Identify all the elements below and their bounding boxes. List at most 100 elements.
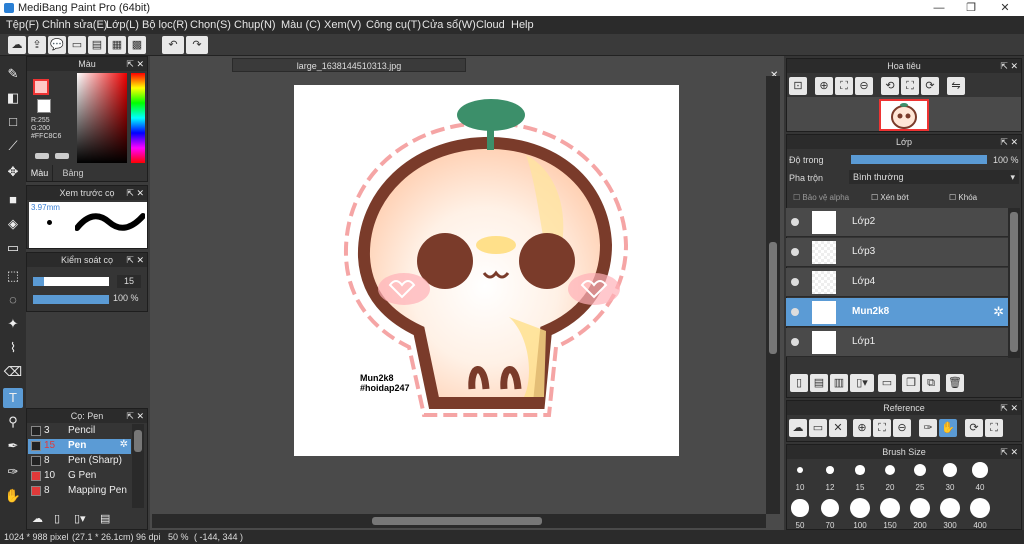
layer-row[interactable]: Lớp2 xyxy=(786,208,1008,237)
upload-icon[interactable]: ⇪ xyxy=(28,36,46,54)
menu-window[interactable]: Cửa sổ(W) xyxy=(422,19,476,31)
eye-icon[interactable] xyxy=(791,278,799,286)
operation-tool-icon[interactable]: ⚲ xyxy=(3,412,23,432)
cloud-icon[interactable]: ☁ xyxy=(789,419,807,437)
layer-opacity-slider[interactable] xyxy=(851,155,987,164)
menu-layer[interactable]: Lớp(L) xyxy=(106,19,139,31)
panel-controls-icon[interactable]: ⇱ ✕ xyxy=(126,253,144,267)
menu-cloud[interactable]: Cloud xyxy=(476,19,505,31)
eye-icon[interactable] xyxy=(791,338,799,346)
magic-wand-icon[interactable]: ✦ xyxy=(3,314,23,334)
blend-mode-select[interactable]: Bình thường ▾ xyxy=(849,170,1019,184)
redo-icon[interactable]: ↷ xyxy=(186,36,208,54)
brush-item[interactable]: 10 G Pen xyxy=(28,469,131,484)
rectangle-tool-icon[interactable]: □ xyxy=(3,112,23,132)
new-halftone-layer-icon[interactable]: ▤ xyxy=(810,374,828,392)
hue-slider[interactable] xyxy=(131,73,145,163)
menu-file[interactable]: Tệp(F) xyxy=(6,19,39,31)
brush-size-dot[interactable] xyxy=(910,498,930,518)
new-8bit-layer-icon[interactable]: ▥ xyxy=(830,374,848,392)
tab-palette[interactable]: Bảng màu xyxy=(53,165,93,194)
minimize-button[interactable]: — xyxy=(924,0,954,16)
brush-size-dot[interactable] xyxy=(855,465,865,475)
select-pen-icon[interactable]: ⌇ xyxy=(3,338,23,358)
tab-color[interactable]: Màu xyxy=(27,165,53,181)
layer-row-selected[interactable]: Mun2k8 ✲ xyxy=(786,298,1008,327)
brush-tool-icon[interactable]: ✎ xyxy=(3,64,23,84)
chat-icon[interactable]: ▭ xyxy=(68,36,86,54)
brush-size-dot[interactable] xyxy=(797,467,803,473)
new-brush-icon[interactable]: ▯ xyxy=(54,512,60,525)
brush-size-dot[interactable] xyxy=(880,498,900,518)
gradient-tool-icon[interactable]: ▭ xyxy=(3,238,23,258)
eyedropper-icon[interactable]: ✑ xyxy=(3,462,23,482)
hand-tool-icon[interactable]: ✋ xyxy=(3,486,23,506)
foreground-color-swatch[interactable] xyxy=(33,79,49,95)
page-icon[interactable]: ▤ xyxy=(88,36,106,54)
layer-menu-icon[interactable]: ▯▾ xyxy=(850,374,874,392)
merge-layer-icon[interactable]: ⧉ xyxy=(922,374,940,392)
fit-window-icon[interactable]: ⛶ xyxy=(985,419,1003,437)
panel-controls-icon[interactable]: ⇱ ✕ xyxy=(126,186,144,200)
pen-list-scrollbar[interactable] xyxy=(132,424,144,508)
zoom-fit-icon[interactable]: ⊡ xyxy=(789,77,807,95)
eye-icon[interactable] xyxy=(791,218,799,226)
settings-gear-icon[interactable]: ✲ xyxy=(993,304,1004,320)
layer-row[interactable]: Lớp1 xyxy=(786,328,1008,357)
brush-size-dot[interactable] xyxy=(791,499,809,517)
brush-opacity-slider[interactable] xyxy=(33,295,109,304)
rotate-right-icon[interactable]: ⟳ xyxy=(921,77,939,95)
flip-icon[interactable]: ⇋ xyxy=(947,77,965,95)
color-swap-button[interactable] xyxy=(55,153,69,159)
delete-layer-icon[interactable]: 🗑 xyxy=(946,374,964,392)
select-rect-icon[interactable]: ⬚ xyxy=(3,266,23,286)
navigator-viewport[interactable] xyxy=(879,99,929,131)
brush-item[interactable]: 3 Pencil xyxy=(28,424,131,439)
panel-controls-icon[interactable]: ⇱ ✕ xyxy=(126,57,144,71)
panel-controls-icon[interactable]: ⇱ ✕ xyxy=(1000,445,1018,459)
brush-size-dot[interactable] xyxy=(826,466,834,474)
rotate-left-icon[interactable]: ⟲ xyxy=(881,77,899,95)
brush-size-dot[interactable] xyxy=(972,462,988,478)
undo-icon[interactable]: ↶ xyxy=(162,36,184,54)
fill-rect-tool-icon[interactable]: ■ xyxy=(3,190,23,210)
move-tool-icon[interactable]: ✥ xyxy=(3,162,23,182)
brush-menu-icon[interactable]: ▯▾ xyxy=(74,512,86,525)
cloud-icon[interactable]: ☁ xyxy=(8,36,26,54)
eyedropper-icon[interactable]: ✑ xyxy=(919,419,937,437)
brush-item[interactable]: 8 Mapping Pen xyxy=(28,484,131,499)
brush-size-dot[interactable] xyxy=(850,498,870,518)
brush-item-selected[interactable]: 15 Pen ✲ xyxy=(28,439,131,454)
bucket-tool-icon[interactable]: ◈ xyxy=(3,214,23,234)
new-layer-icon[interactable]: ▯ xyxy=(790,374,808,392)
menu-edit[interactable]: Chỉnh sửa(E) xyxy=(42,19,107,31)
saturation-value-picker[interactable] xyxy=(77,73,127,163)
layer-row[interactable]: Lớp3 xyxy=(786,238,1008,267)
zoom-in-icon[interactable]: ⊕ xyxy=(815,77,833,95)
close-button[interactable]: ✕ xyxy=(990,0,1020,16)
brush-size-dot[interactable] xyxy=(943,463,957,477)
brush-size-value[interactable]: 15 xyxy=(117,275,141,288)
drawing-canvas[interactable]: Mun2k8 #hoidap247 xyxy=(294,85,679,456)
hand-icon[interactable]: ✋ xyxy=(939,419,957,437)
brush-item[interactable]: 8 Pen (Sharp) xyxy=(28,454,131,469)
menu-tools[interactable]: Công cụ(T) xyxy=(366,19,421,31)
menu-view[interactable]: Xem(V) xyxy=(324,19,361,31)
line-tool-icon[interactable]: ⟋ xyxy=(3,136,23,156)
close-icon[interactable]: ✕ xyxy=(829,419,847,437)
duplicate-layer-icon[interactable]: ❐ xyxy=(902,374,920,392)
zoom-out-icon[interactable]: ⊖ xyxy=(893,419,911,437)
menu-select[interactable]: Chọn(S) xyxy=(190,19,231,31)
fit-icon[interactable]: ⛶ xyxy=(873,419,891,437)
lock-checkbox[interactable]: ☐ Khóa xyxy=(949,193,977,202)
dropper-icon[interactable]: ✒ xyxy=(3,436,23,456)
open-folder-icon[interactable]: ▭ xyxy=(809,419,827,437)
layer-row[interactable]: Lớp4 xyxy=(786,268,1008,297)
navigator-preview[interactable] xyxy=(787,97,1021,131)
eye-icon[interactable] xyxy=(791,308,799,316)
grid-icon[interactable]: ▩ xyxy=(128,36,146,54)
actual-size-icon[interactable]: ⛶ xyxy=(835,77,853,95)
menu-help[interactable]: Help xyxy=(511,19,534,31)
brush-size-slider[interactable] xyxy=(33,277,109,286)
lasso-icon[interactable]: ◌ xyxy=(3,290,23,310)
